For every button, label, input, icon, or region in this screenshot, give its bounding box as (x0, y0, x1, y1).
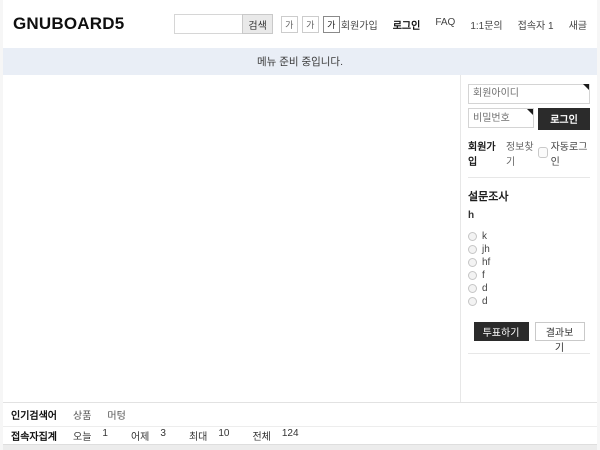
poll-option-list: k jh hf f d (468, 230, 590, 308)
stat-label: 최대 (189, 428, 207, 443)
radio-icon[interactable] (468, 271, 477, 280)
password-wrap (468, 108, 534, 130)
content-area (3, 75, 460, 402)
poll-option[interactable]: d (468, 282, 590, 295)
visitor-stats-row: 접속자집계 오늘 1 어제 3 최대 10 전체 124 (3, 426, 597, 444)
menu-notice-text: 메뉴 준비 중입니다. (257, 54, 343, 69)
auto-login-checkbox[interactable] (538, 147, 548, 158)
poll-question: h (468, 210, 590, 221)
poll-option[interactable]: hf (468, 256, 590, 269)
poll-option-label: d (482, 296, 488, 307)
font-size-large-button[interactable]: 가 (323, 16, 340, 33)
required-corner-icon (527, 109, 533, 115)
poll-option-label: d (482, 283, 488, 294)
font-size-small-button[interactable]: 가 (281, 16, 298, 33)
visitor-stats: 오늘 1 어제 3 최대 10 전체 124 (73, 428, 322, 443)
member-id-wrap (468, 83, 590, 104)
popular-keywords-label: 인기검색어 (3, 407, 69, 422)
page-container: GNUBOARD5 검색 가 가 가 회원가입 로그인 FAQ 1:1문의 접속… (3, 0, 597, 450)
signup-link[interactable]: 회원가입 (468, 138, 500, 168)
poll-option-label: k (482, 231, 487, 242)
required-corner-icon (583, 84, 589, 90)
sidebar: 로그인 회원가입 정보찾기 자동로그인 설문조사 h (460, 75, 597, 402)
nav-qa[interactable]: 1:1문의 (470, 17, 502, 32)
nav-signup[interactable]: 회원가입 (341, 17, 378, 32)
site-logo[interactable]: GNUBOARD5 (13, 14, 124, 34)
stat-value: 1 (102, 428, 108, 443)
stat-label: 전체 (252, 428, 270, 443)
popular-keywords-row: 인기검색어 상품 머텅 (3, 402, 597, 426)
stat-value: 124 (282, 428, 299, 443)
poll-option[interactable]: k (468, 230, 590, 243)
nav-connected-users[interactable]: 접속자 1 (518, 17, 554, 32)
visitor-stat-today: 오늘 1 (73, 428, 108, 443)
poll-option[interactable]: f (468, 269, 590, 282)
main-area: 로그인 회원가입 정보찾기 자동로그인 설문조사 h (3, 75, 597, 402)
search-form: 검색 (174, 14, 272, 34)
stat-value: 10 (218, 428, 229, 443)
poll-option[interactable]: d (468, 295, 590, 308)
search-button[interactable]: 검색 (242, 14, 272, 34)
visitor-stats-label: 접속자집계 (3, 428, 69, 443)
stat-label: 오늘 (73, 428, 91, 443)
poll-result-button[interactable]: 결과보기 (535, 322, 585, 341)
login-links-row: 회원가입 정보찾기 자동로그인 (468, 138, 590, 168)
top-nav: 회원가입 로그인 FAQ 1:1문의 접속자 1 새글 (341, 17, 587, 32)
poll-option-label: f (482, 270, 485, 281)
poll-option[interactable]: jh (468, 243, 590, 256)
password-row: 로그인 (468, 108, 590, 130)
keyword-link[interactable]: 머텅 (107, 407, 125, 422)
find-info-link[interactable]: 정보찾기 (506, 138, 538, 168)
stat-value: 3 (160, 428, 166, 443)
member-id-input[interactable] (468, 84, 590, 104)
radio-icon[interactable] (468, 284, 477, 293)
footer-strip (3, 444, 597, 450)
stat-label: 어제 (131, 428, 149, 443)
nav-login[interactable]: 로그인 (393, 17, 421, 32)
auto-login-group: 자동로그인 (538, 138, 590, 168)
radio-icon[interactable] (468, 297, 477, 306)
nav-faq[interactable]: FAQ (435, 17, 455, 32)
menu-notice-bar: 메뉴 준비 중입니다. (3, 48, 597, 75)
visitor-stat-max: 최대 10 (189, 428, 230, 443)
font-size-medium-button[interactable]: 가 (302, 16, 319, 33)
radio-icon[interactable] (468, 232, 477, 241)
search-input[interactable] (174, 14, 242, 34)
poll-buttons: 투표하기 결과보기 (468, 322, 590, 341)
poll-option-label: hf (482, 257, 490, 268)
poll-title: 설문조사 (468, 188, 590, 204)
visitor-stat-total: 전체 124 (252, 428, 298, 443)
login-button[interactable]: 로그인 (538, 108, 590, 130)
login-box: 로그인 회원가입 정보찾기 자동로그인 (468, 83, 590, 178)
vote-button[interactable]: 투표하기 (474, 322, 529, 341)
poll-option-label: jh (482, 244, 490, 255)
header: GNUBOARD5 검색 가 가 가 회원가입 로그인 FAQ 1:1문의 접속… (3, 0, 597, 48)
radio-icon[interactable] (468, 245, 477, 254)
keyword-link[interactable]: 상품 (73, 407, 91, 422)
poll-box: 설문조사 h k jh hf (468, 178, 590, 354)
auto-login-label: 자동로그인 (551, 138, 590, 168)
font-size-controls: 가 가 가 (281, 16, 340, 33)
radio-icon[interactable] (468, 258, 477, 267)
visitor-stat-yesterday: 어제 3 (131, 428, 166, 443)
password-input[interactable] (468, 108, 534, 128)
keyword-list: 상품 머텅 (73, 407, 126, 422)
nav-new-posts[interactable]: 새글 (569, 17, 587, 32)
